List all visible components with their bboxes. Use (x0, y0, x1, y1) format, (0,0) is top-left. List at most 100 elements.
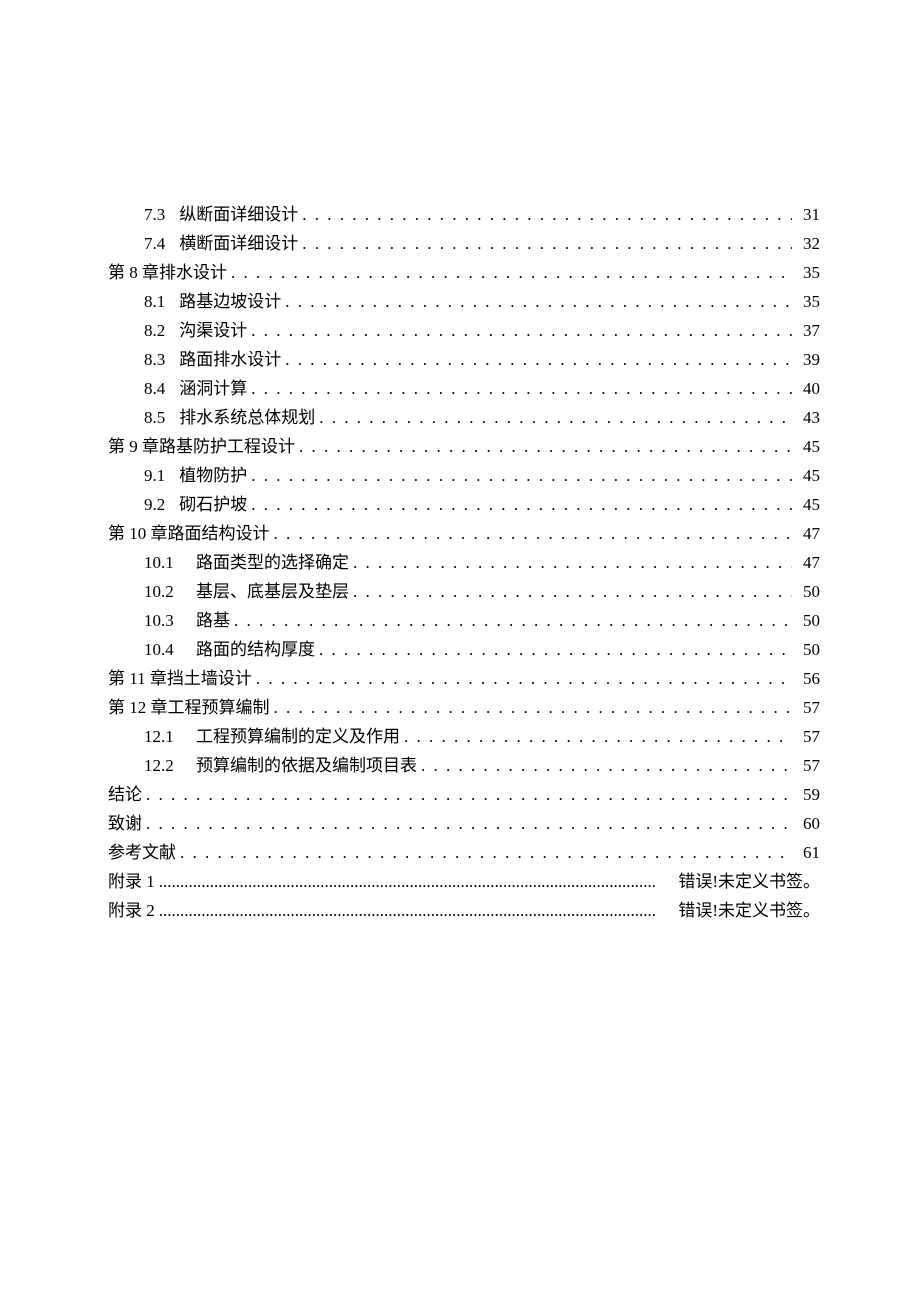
toc-entry-title: 沟渠设计 (179, 316, 247, 345)
toc-entry: 8.4 涵洞计算 40 (108, 374, 820, 403)
toc-entry-number: 7.3 (144, 200, 165, 229)
toc-entry: 10.1 路面类型的选择确定 47 (108, 548, 820, 577)
toc-entry-page: 40 (796, 374, 820, 403)
toc-entry-page: 45 (796, 490, 820, 519)
toc-entry-page: 错误!未定义书签。 (660, 896, 820, 925)
toc-leader-dots (251, 316, 792, 345)
toc-leader-dots (319, 635, 792, 664)
toc-entry-page: 35 (796, 287, 820, 316)
toc-entry: 致谢60 (108, 809, 820, 838)
toc-entry: 8.1 路基边坡设计 35 (108, 287, 820, 316)
toc-entry-page: 60 (796, 809, 820, 838)
toc-entry-number: 8.4 (144, 374, 165, 403)
toc-leader-dots (285, 287, 792, 316)
toc-leader-dots (251, 461, 792, 490)
toc-entry-page: 47 (796, 519, 820, 548)
toc-entry-title: 基层、底基层及垫层 (196, 577, 349, 606)
toc-entry-page: 57 (796, 693, 820, 722)
toc-entry-title: 涵洞计算 (179, 374, 247, 403)
toc-entry-number: 10.3 (144, 606, 182, 635)
toc-entry-page: 错误!未定义书签。 (660, 867, 820, 896)
toc-entry-number: 8.5 (144, 403, 165, 432)
toc-entry: 7.4横断面详细设计32 (108, 229, 820, 258)
toc-entry-page: 50 (796, 635, 820, 664)
toc-entry-number: 9.1 (144, 461, 165, 490)
toc-entry: 10.3 路基 50 (108, 606, 820, 635)
toc-leader-dots (256, 664, 792, 693)
toc-entry-title: 附录 1 (108, 867, 155, 896)
toc-entry-title: 第 8 章排水设计 (108, 258, 227, 287)
toc-entry-page: 45 (796, 432, 820, 461)
toc-entry-title: 排水系统总体规划 (179, 403, 315, 432)
toc-entry: 附录 2 错误!未定义书签。 (108, 896, 820, 925)
toc-entry-page: 59 (796, 780, 820, 809)
toc-leader-dots (146, 780, 792, 809)
toc-leader-dots (274, 519, 793, 548)
toc-entry-title: 路面的结构厚度 (196, 635, 315, 664)
toc-entry: 第 10 章路面结构设计 47 (108, 519, 820, 548)
toc-leader-dots (274, 693, 793, 722)
toc-leader-dots (234, 606, 792, 635)
toc-entry-page: 50 (796, 577, 820, 606)
toc-entry: 9.1植物防护45 (108, 461, 820, 490)
toc-entry-page: 47 (796, 548, 820, 577)
toc-entry-page: 61 (796, 838, 820, 867)
toc-entry-number: 12.2 (144, 751, 182, 780)
toc-leader-dots (146, 809, 792, 838)
toc-entry-page: 39 (796, 345, 820, 374)
toc-leader-dots (302, 200, 792, 229)
toc-entry-page: 31 (796, 200, 820, 229)
toc-leader-dots (353, 548, 792, 577)
toc-entry: 9.2砌石护坡45 (108, 490, 820, 519)
toc-leader-dots (319, 403, 792, 432)
toc-entry-title: 工程预算编制的定义及作用 (196, 722, 400, 751)
toc-entry-page: 57 (796, 751, 820, 780)
toc-entry-title: 路基边坡设计 (179, 287, 281, 316)
toc-leader-dots (251, 490, 792, 519)
toc-entry: 第 11 章挡土墙设计 56 (108, 664, 820, 693)
toc-entry-title: 横断面详细设计 (179, 229, 298, 258)
toc-leader-dots (421, 751, 792, 780)
toc-entry-number: 8.1 (144, 287, 165, 316)
toc-leader-dots (251, 374, 792, 403)
toc-entry: 12.1 工程预算编制的定义及作用 57 (108, 722, 820, 751)
toc-entry-title: 附录 2 (108, 896, 155, 925)
toc-entry: 第 8 章排水设计 35 (108, 258, 820, 287)
toc-entry-title: 第 9 章路基防护工程设计 (108, 432, 295, 461)
toc-entry: 7.3纵断面详细设计31 (108, 200, 820, 229)
toc-entry-page: 56 (796, 664, 820, 693)
toc-entry-title: 路面排水设计 (179, 345, 281, 374)
table-of-contents: 7.3纵断面详细设计317.4横断面详细设计32第 8 章排水设计358.1路基… (108, 200, 820, 925)
toc-entry: 8.5排水系统总体规划43 (108, 403, 820, 432)
toc-leader-dots (302, 229, 792, 258)
toc-entry-page: 50 (796, 606, 820, 635)
toc-entry-page: 57 (796, 722, 820, 751)
toc-entry-number: 8.2 (144, 316, 165, 345)
toc-entry-title: 结论 (108, 780, 142, 809)
toc-entry-title: 路面类型的选择确定 (196, 548, 349, 577)
toc-entry: 结论 59 (108, 780, 820, 809)
toc-entry: 附录 1 错误!未定义书签。 (108, 867, 820, 896)
toc-entry: 第 9 章路基防护工程设计 45 (108, 432, 820, 461)
toc-leader-dots (299, 432, 792, 461)
toc-entry-title: 第 12 章工程预算编制 (108, 693, 270, 722)
toc-entry-title: 第 11 章挡土墙设计 (108, 664, 252, 693)
toc-entry: 10.2 基层、底基层及垫层 50 (108, 577, 820, 606)
toc-leader-dots (159, 896, 656, 925)
toc-entry-title: 预算编制的依据及编制项目表 (196, 751, 417, 780)
toc-entry-title: 路基 (196, 606, 230, 635)
toc-entry-number: 7.4 (144, 229, 165, 258)
toc-leader-dots (231, 258, 792, 287)
toc-entry: 8.2沟渠设计37 (108, 316, 820, 345)
toc-entry: 8.3 路面排水设计 39 (108, 345, 820, 374)
toc-entry-number: 9.2 (144, 490, 165, 519)
toc-entry-number: 12.1 (144, 722, 182, 751)
toc-entry-title: 参考文献 (108, 838, 176, 867)
toc-entry-title: 第 10 章路面结构设计 (108, 519, 270, 548)
toc-entry-number: 8.3 (144, 345, 165, 374)
toc-entry-page: 45 (796, 461, 820, 490)
toc-entry: 第 12 章工程预算编制 57 (108, 693, 820, 722)
toc-entry-page: 35 (796, 258, 820, 287)
toc-entry-number: 10.1 (144, 548, 182, 577)
toc-entry-number: 10.2 (144, 577, 182, 606)
